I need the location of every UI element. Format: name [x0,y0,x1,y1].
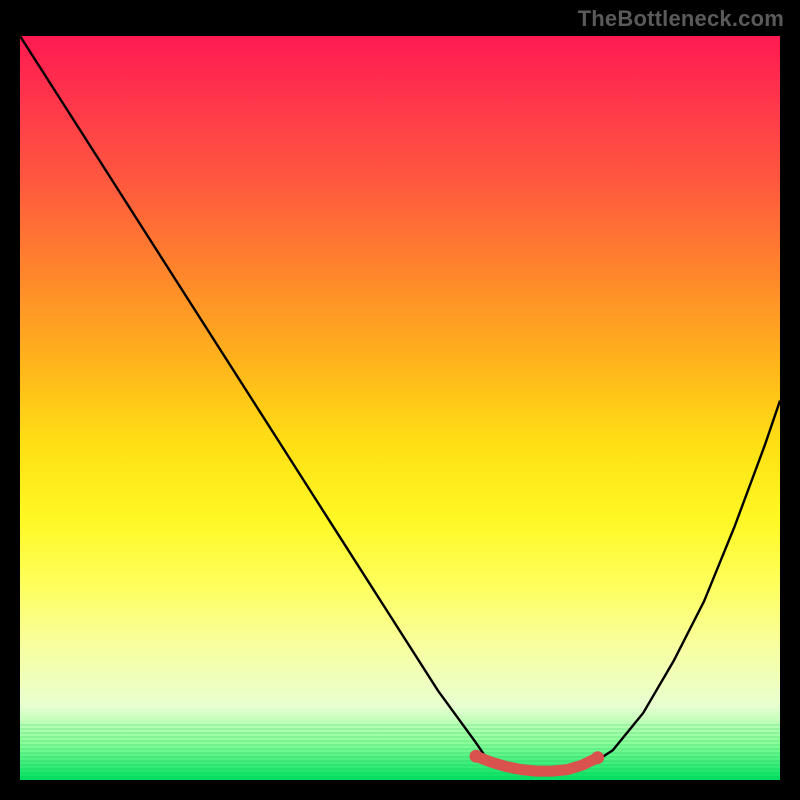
curve-layer [20,36,780,780]
chart-frame: TheBottleneck.com [0,0,800,800]
valley-marker-path [476,756,598,771]
bottleneck-curve [20,36,780,773]
valley-marker-dot [470,750,483,763]
valley-markers [470,750,605,771]
valley-marker-dot [591,751,604,764]
watermark-text: TheBottleneck.com [578,6,784,32]
plot-area [20,36,780,780]
